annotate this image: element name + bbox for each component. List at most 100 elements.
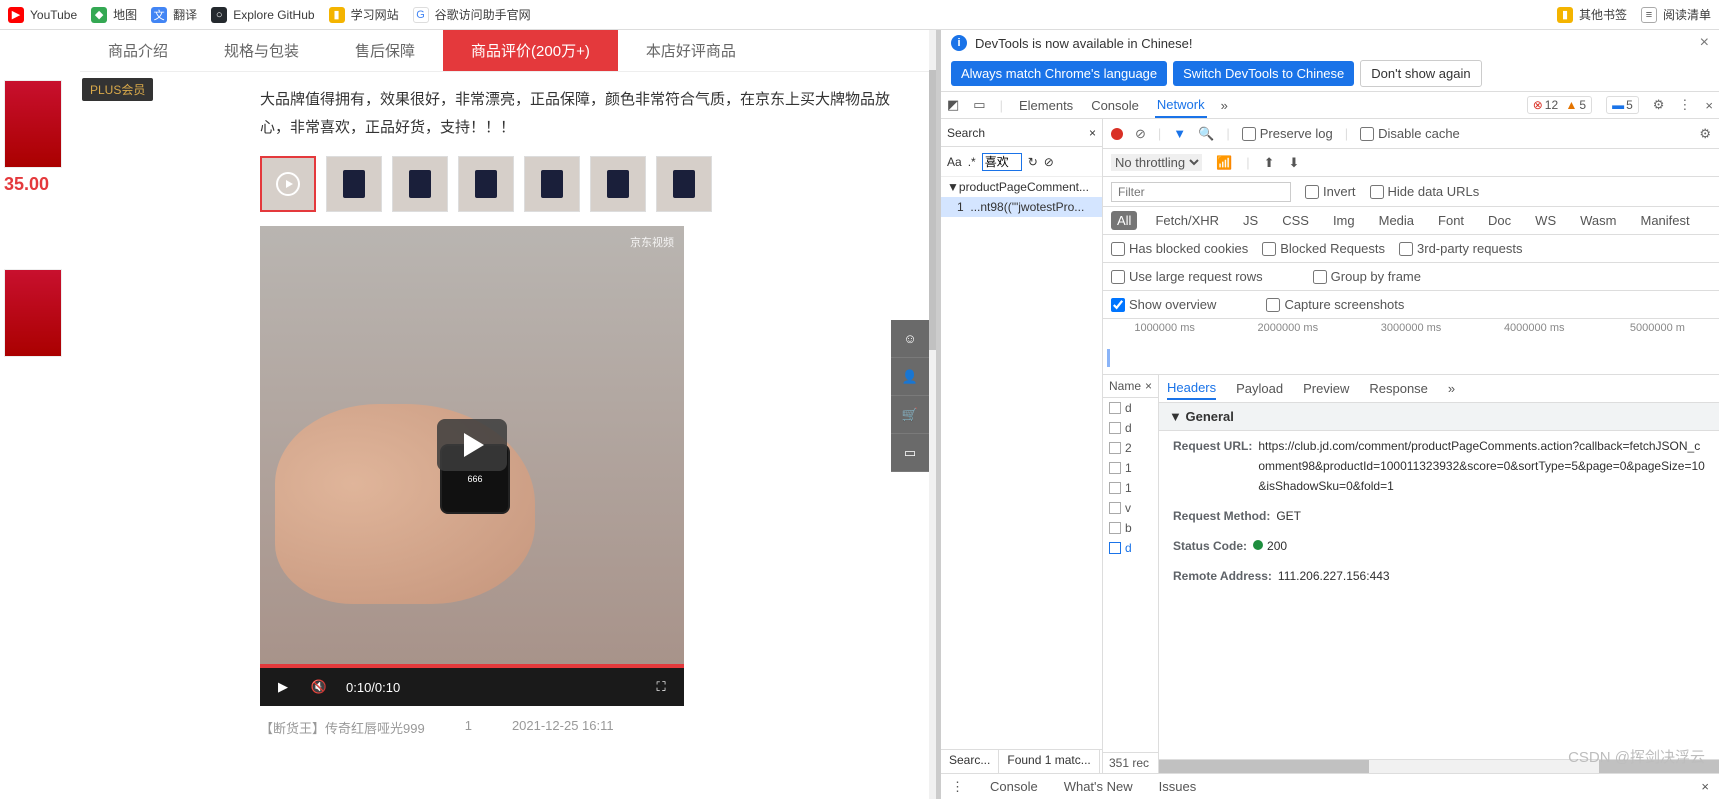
group-frame-checkbox[interactable]: Group by frame <box>1313 269 1421 284</box>
network-gear-icon[interactable]: ⚙ <box>1699 126 1711 142</box>
req-row-selected[interactable]: d <box>1103 538 1158 558</box>
thumb-1[interactable] <box>326 156 382 212</box>
video-play-button[interactable] <box>437 419 507 471</box>
drawer-menu-icon[interactable]: ⋮ <box>951 779 964 795</box>
show-overview-checkbox[interactable]: Show overview <box>1111 297 1216 312</box>
refresh-icon[interactable]: ↻ <box>1028 155 1038 169</box>
drawer-console[interactable]: Console <box>990 779 1038 794</box>
blocked-req-checkbox[interactable]: Blocked Requests <box>1262 241 1385 256</box>
ftype-doc[interactable]: Doc <box>1482 211 1517 230</box>
drawer-whatsnew[interactable]: What's New <box>1064 779 1133 794</box>
third-party-checkbox[interactable]: 3rd-party requests <box>1399 241 1523 256</box>
float-cart-icon[interactable]: 🛒 <box>891 396 929 434</box>
float-coupon-icon[interactable]: ▭ <box>891 434 929 472</box>
device-icon[interactable]: ▭ <box>973 97 985 113</box>
req-row[interactable]: 1 <box>1103 458 1158 478</box>
promo-image-1[interactable] <box>4 80 62 168</box>
search-input[interactable] <box>982 153 1022 171</box>
close-icon[interactable]: × <box>1700 34 1709 52</box>
dtab-payload[interactable]: Payload <box>1236 378 1283 399</box>
ftype-all[interactable]: All <box>1111 211 1137 230</box>
gear-icon[interactable]: ⚙ <box>1653 97 1665 113</box>
bookmark-youtube[interactable]: ▶YouTube <box>8 7 77 23</box>
ftype-media[interactable]: Media <box>1373 211 1420 230</box>
record-button[interactable] <box>1111 128 1123 140</box>
promo-image-2[interactable] <box>4 269 62 357</box>
bookmark-github[interactable]: ○Explore GitHub <box>211 7 314 23</box>
drawer-issues[interactable]: Issues <box>1159 779 1197 794</box>
more-tabs-icon[interactable]: » <box>1221 98 1228 113</box>
clear-icon[interactable]: ⊘ <box>1044 155 1054 169</box>
wifi-icon[interactable]: 📶 <box>1216 155 1232 171</box>
play-icon[interactable]: ▶ <box>274 678 292 696</box>
dtab-headers[interactable]: Headers <box>1167 377 1216 400</box>
reqlist-header[interactable]: Name <box>1109 379 1141 393</box>
upload-icon[interactable]: ⬆ <box>1264 155 1275 171</box>
tab-spec[interactable]: 规格与包装 <box>196 30 327 71</box>
bookmark-maps[interactable]: ◆地图 <box>91 6 137 23</box>
ftype-ws[interactable]: WS <box>1529 211 1562 230</box>
clear-button[interactable]: ⊘ <box>1135 126 1146 142</box>
case-icon[interactable]: Aa <box>947 155 962 169</box>
issues-count[interactable]: ▬5 <box>1606 96 1639 114</box>
thumb-video[interactable] <box>260 156 316 212</box>
hide-dataurls-checkbox[interactable]: Hide data URLs <box>1370 184 1480 199</box>
lang-dont-button[interactable]: Don't show again <box>1360 60 1481 87</box>
tab-goodreviews[interactable]: 本店好评商品 <box>618 30 764 71</box>
search-close-icon[interactable]: × <box>1089 126 1096 140</box>
tab-aftersale[interactable]: 售后保障 <box>327 30 443 71</box>
kebab-icon[interactable]: ⋮ <box>1678 97 1691 113</box>
req-row[interactable]: v <box>1103 498 1158 518</box>
dtab-preview[interactable]: Preview <box>1303 378 1349 399</box>
error-count[interactable]: ⊗12 ▲5 <box>1527 96 1592 114</box>
tab-reviews[interactable]: 商品评价(200万+) <box>443 30 618 71</box>
req-row[interactable]: 2 <box>1103 438 1158 458</box>
ftype-js[interactable]: JS <box>1237 211 1264 230</box>
page-scrollbar[interactable] <box>929 30 936 799</box>
dtab-response[interactable]: Response <box>1369 378 1428 399</box>
tab-intro[interactable]: 商品介绍 <box>80 30 196 71</box>
bookmark-translate[interactable]: 文翻译 <box>151 6 197 23</box>
network-timeline[interactable]: 1000000 ms 2000000 ms 3000000 ms 4000000… <box>1103 319 1719 375</box>
thumb-5[interactable] <box>590 156 646 212</box>
req-row[interactable]: b <box>1103 518 1158 538</box>
lang-match-button[interactable]: Always match Chrome's language <box>951 61 1167 86</box>
section-general[interactable]: ▼ General <box>1159 403 1719 431</box>
req-row[interactable]: d <box>1103 398 1158 418</box>
float-chat-icon[interactable]: ☺ <box>891 320 929 358</box>
large-rows-checkbox[interactable]: Use large request rows <box>1111 269 1263 284</box>
tab-console[interactable]: Console <box>1089 94 1141 117</box>
ftype-fetch[interactable]: Fetch/XHR <box>1149 211 1225 230</box>
footer-search-label[interactable]: Searc... <box>941 750 999 773</box>
regex-icon[interactable]: .* <box>968 155 976 169</box>
capture-screenshots-checkbox[interactable]: Capture screenshots <box>1266 297 1404 312</box>
throttling-select[interactable]: No throttling <box>1111 154 1202 171</box>
tree-result[interactable]: 1 ...nt98(('"jwotestPro... <box>941 197 1102 217</box>
tab-elements[interactable]: Elements <box>1017 94 1075 117</box>
invert-checkbox[interactable]: Invert <box>1305 184 1356 199</box>
req-row[interactable]: d <box>1103 418 1158 438</box>
req-row[interactable]: 1 <box>1103 478 1158 498</box>
detail-hscroll[interactable] <box>1159 759 1719 773</box>
ftype-font[interactable]: Font <box>1432 211 1470 230</box>
more-dtabs-icon[interactable]: » <box>1448 381 1455 396</box>
disable-cache-checkbox[interactable]: Disable cache <box>1360 126 1460 141</box>
filter-input[interactable] <box>1111 182 1291 202</box>
preserve-log-checkbox[interactable]: Preserve log <box>1242 126 1333 141</box>
bookmark-ghelper[interactable]: G谷歌访问助手官网 <box>413 6 531 23</box>
bookmark-readinglist[interactable]: ≡阅读清单 <box>1641 6 1711 23</box>
bookmark-other[interactable]: ▮其他书签 <box>1557 6 1627 23</box>
thumb-4[interactable] <box>524 156 580 212</box>
blocked-cookies-checkbox[interactable]: Has blocked cookies <box>1111 241 1248 256</box>
lang-switch-button[interactable]: Switch DevTools to Chinese <box>1173 61 1354 86</box>
thumb-6[interactable] <box>656 156 712 212</box>
ftype-wasm[interactable]: Wasm <box>1574 211 1622 230</box>
tree-parent[interactable]: ▼ productPageComment... <box>941 177 1102 197</box>
filter-icon[interactable]: ▼ <box>1173 126 1186 141</box>
inspect-icon[interactable]: ◩ <box>947 97 959 113</box>
bookmark-study[interactable]: ▮学习网站 <box>329 6 399 23</box>
tab-network[interactable]: Network <box>1155 93 1207 118</box>
close-detail-icon[interactable]: × <box>1145 379 1152 393</box>
mute-icon[interactable]: 🔇 <box>310 678 328 696</box>
drawer-close-icon[interactable]: × <box>1701 779 1709 794</box>
